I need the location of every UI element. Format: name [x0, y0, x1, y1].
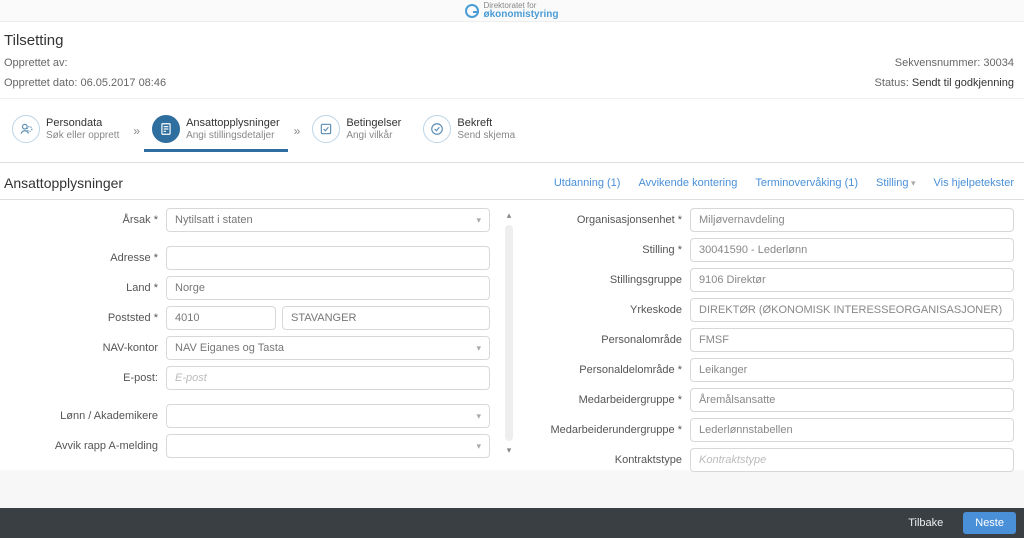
label-personalomrade: Personalområde — [528, 334, 682, 346]
label-stillingsgruppe: Stillingsgruppe — [528, 274, 682, 286]
medarbeidergruppe-field[interactable]: Åremålsansatte — [690, 388, 1014, 412]
label-lonn-akademikere: Lønn / Akademikere — [4, 410, 158, 422]
form-area: Årsak Nytilsatt i staten Adresse Land No… — [0, 200, 1024, 470]
postnr-input[interactable]: 4010 — [166, 306, 276, 330]
created-date: Opprettet dato: 06.05.2017 08:46 — [4, 75, 166, 93]
back-button[interactable]: Tilbake — [896, 512, 955, 534]
next-button[interactable]: Neste — [963, 512, 1016, 534]
wizard-step-label: Betingelser — [346, 117, 401, 130]
wizard-step-ansattopplysninger[interactable]: Ansattopplysninger Angi stillingsdetalje… — [144, 109, 288, 152]
adresse-input[interactable] — [166, 246, 490, 270]
brand-bar: Direktoratet for økonomistyring — [0, 0, 1024, 22]
right-column: Organisasjonsenhet Miljøvernavdeling Sti… — [528, 208, 1014, 458]
form-scrollbar[interactable]: ▴ ▾ — [502, 208, 516, 458]
wizard-step-label: Bekreft — [457, 117, 515, 130]
epost-input[interactable]: E-post — [166, 366, 490, 390]
wizard-step-sub: Angi stillingsdetaljer — [186, 130, 280, 142]
brand-text: Direktoratet for økonomistyring — [483, 2, 558, 20]
brand-swirl-icon — [465, 4, 479, 18]
wizard-step-sub: Send skjema — [457, 130, 515, 142]
label-medarbeiderundergruppe: Medarbeiderundergruppe — [528, 424, 682, 436]
label-epost: E-post: — [4, 372, 158, 384]
label-poststed: Poststed — [4, 312, 158, 324]
label-orgenhet: Organisasjonsenhet — [528, 214, 682, 226]
link-vis-hjelpetekster[interactable]: Vis hjelpetekster — [933, 177, 1014, 189]
wizard-step-sub: Søk eller opprett — [46, 130, 119, 142]
land-input[interactable]: Norge — [166, 276, 490, 300]
label-stilling: Stilling — [528, 244, 682, 256]
label-yrkeskode: Yrkeskode — [528, 304, 682, 316]
section-bar: Ansattopplysninger Utdanning (1) Avviken… — [0, 163, 1024, 200]
wizard-steps: Persondata Søk eller opprett » Ansattopp… — [0, 99, 1024, 163]
wizard-step-sub: Angi vilkår — [346, 130, 401, 142]
navkontor-select[interactable]: NAV Eiganes og Tasta — [166, 336, 490, 360]
checklist-icon — [312, 115, 340, 143]
personaldelomrade-field[interactable]: Leikanger — [690, 358, 1014, 382]
label-kontraktstype: Kontraktstype — [528, 454, 682, 466]
wizard-step-persondata[interactable]: Persondata Søk eller opprett — [4, 109, 127, 152]
medarbeiderundergruppe-field[interactable]: Lederlønnstabellen — [690, 418, 1014, 442]
label-medarbeidergruppe: Medarbeidergruppe — [528, 394, 682, 406]
wizard-step-label: Ansattopplysninger — [186, 117, 280, 130]
kontraktstype-field[interactable]: Kontraktstype — [690, 448, 1014, 472]
lonn-akademikere-select[interactable] — [166, 404, 490, 428]
chevron-right-icon: » — [294, 124, 299, 138]
link-terminovervaking[interactable]: Terminovervåking (1) — [755, 177, 858, 189]
person-icon — [12, 115, 40, 143]
poststed-input[interactable]: STAVANGER — [282, 306, 490, 330]
scroll-up-icon[interactable]: ▴ — [507, 210, 512, 221]
brand-logo: Direktoratet for økonomistyring — [465, 2, 558, 20]
wizard-step-betingelser[interactable]: Betingelser Angi vilkår — [304, 109, 409, 152]
left-column: Årsak Nytilsatt i staten Adresse Land No… — [4, 208, 490, 458]
orgenhet-field[interactable]: Miljøvernavdeling — [690, 208, 1014, 232]
section-title: Ansattopplysninger — [4, 175, 123, 191]
sequence-number: Sekvensnummer: 30034 — [895, 55, 1014, 73]
avvik-amelding-select[interactable] — [166, 434, 490, 458]
label-personaldelomrade: Personaldelområde — [528, 364, 682, 376]
scroll-track[interactable] — [505, 225, 513, 441]
document-icon — [152, 115, 180, 143]
send-icon — [423, 115, 451, 143]
stillingsgruppe-field[interactable]: 9106 Direktør — [690, 268, 1014, 292]
stilling-field[interactable]: 30041590 - Lederlønn — [690, 238, 1014, 262]
link-stilling-dropdown[interactable]: Stilling — [876, 177, 915, 189]
page-header: Tilsetting Opprettet av: Opprettet dato:… — [0, 22, 1024, 99]
wizard-step-label: Persondata — [46, 117, 119, 130]
link-avvikende-kontering[interactable]: Avvikende kontering — [638, 177, 737, 189]
yrkeskode-field[interactable]: DIREKTØR (ØKONOMISK INTERESSEORGANISASJO… — [690, 298, 1014, 322]
label-navkontor: NAV-kontor — [4, 342, 158, 354]
footer-bar: Tilbake Neste — [0, 508, 1024, 538]
status: Status: Sendt til godkjenning — [875, 75, 1014, 93]
created-by: Opprettet av: — [4, 55, 166, 73]
personalomrade-field[interactable]: FMSF — [690, 328, 1014, 352]
label-land: Land — [4, 282, 158, 294]
label-aarsak: Årsak — [4, 214, 158, 226]
aarsak-select[interactable]: Nytilsatt i staten — [166, 208, 490, 232]
chevron-right-icon: » — [133, 124, 138, 138]
page-title: Tilsetting — [4, 32, 1014, 49]
wizard-step-bekreft[interactable]: Bekreft Send skjema — [415, 109, 523, 152]
scroll-down-icon[interactable]: ▾ — [507, 445, 512, 456]
label-avvik-amelding: Avvik rapp A-melding — [4, 440, 158, 452]
label-adresse: Adresse — [4, 252, 158, 264]
link-utdanning[interactable]: Utdanning (1) — [554, 177, 621, 189]
